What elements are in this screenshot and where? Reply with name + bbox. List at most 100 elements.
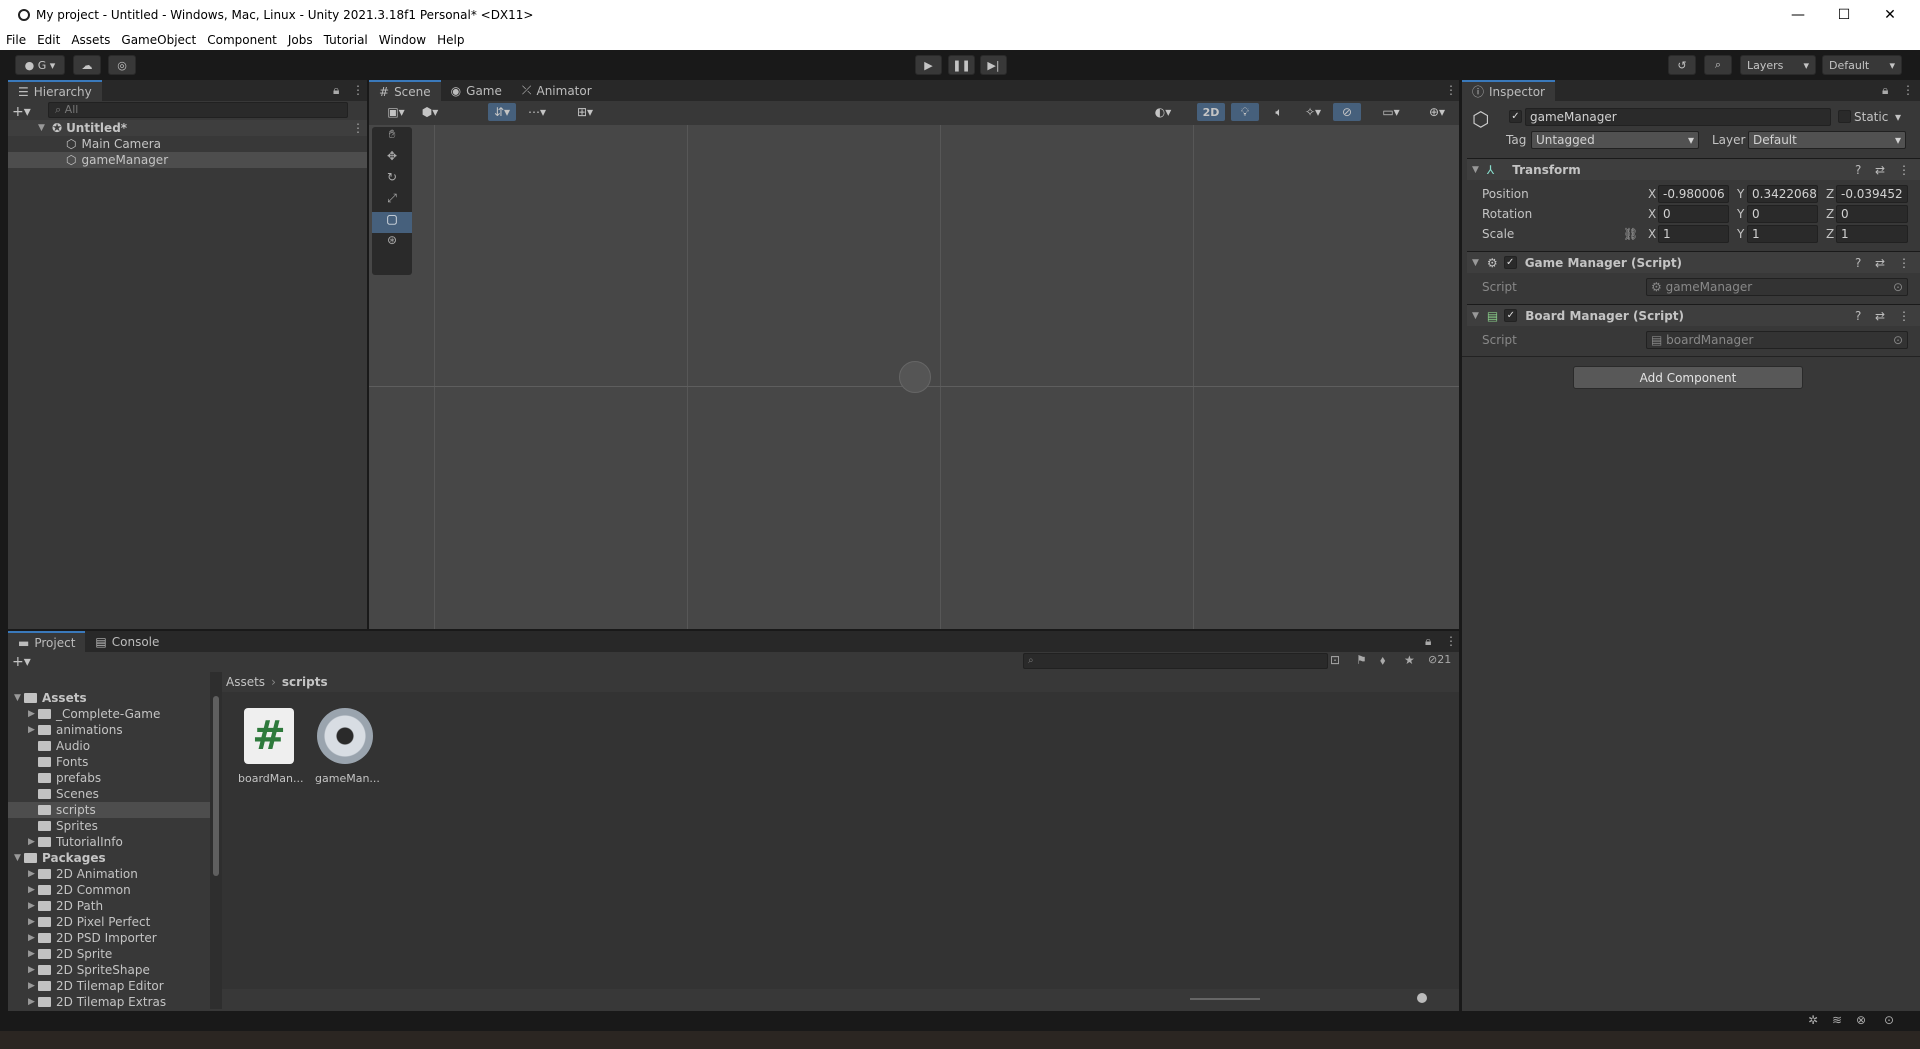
tree-item[interactable]: ▶ 2D Pixel Perfect [8,914,210,930]
expand-icon[interactable]: ▶ [28,933,38,943]
expand-icon[interactable]: ▶ [28,997,38,1007]
collapse-icon[interactable]: ▼ [1472,311,1479,321]
scene-options-icon[interactable]: ⋮ [352,121,364,135]
active-checkbox[interactable]: ✓ [1509,110,1522,123]
search-by-label-icon[interactable]: ⚑ [1356,653,1367,667]
component-menu-icon[interactable]: ⋮ [1898,309,1910,323]
tree-item[interactable]: ▶ 2D Tilemap Editor [8,978,210,994]
step-button[interactable]: ▶| [980,55,1007,75]
tree-item[interactable]: ▶ TutorialInfo [8,834,210,850]
tab-scene[interactable]: # Scene [369,80,441,101]
search-by-type-icon[interactable]: ⊡ [1330,653,1340,667]
breadcrumb-assets[interactable]: Assets [226,675,265,689]
more-options-icon[interactable]: ⋮ [1445,634,1457,648]
object-name-input[interactable]: gameManager [1525,108,1831,126]
tab-animator[interactable]: ⤫ Animator [512,80,602,101]
debug-icon[interactable]: ✲ [1808,1013,1818,1027]
tree-scrollbar-thumb[interactable] [213,696,219,876]
camera-icon[interactable]: ▭▾ [1377,103,1405,121]
mode-2d-button[interactable]: 2D [1197,103,1225,121]
menu-jobs[interactable]: Jobs [288,33,313,47]
more-options-icon[interactable]: ⋮ [1445,83,1457,97]
expand-icon[interactable]: ▶ [28,965,38,975]
expand-icon[interactable]: ▶ [28,981,38,991]
expand-icon[interactable]: ▶ [28,869,38,879]
tree-item[interactable]: ▶ 2D SpriteShape [8,962,210,978]
pause-button[interactable]: ❚❚ [948,55,975,75]
preset-icon[interactable]: ⇄ [1875,309,1885,323]
orientation-icon[interactable]: ◐▾ [1149,103,1177,121]
scale-y-field[interactable]: 1 [1747,225,1818,243]
add-component-button[interactable]: Add Component [1573,366,1803,389]
collapse-icon[interactable]: ▼ [1472,258,1479,268]
rotation-z-field[interactable]: 0 [1836,205,1908,223]
history-icon[interactable]: ↺ [1668,55,1696,75]
game-manager-script-field[interactable]: ⚙ gameManager ⊙ [1646,278,1908,296]
expand-icon[interactable]: ▼ [38,123,48,133]
csharp-script-icon[interactable]: # [244,708,294,764]
favorite-icon[interactable]: ★ [1404,653,1415,667]
collapse-icon[interactable]: ▼ [1472,165,1479,175]
audio-icon[interactable]: 🔈︎ [1265,103,1293,121]
close-button[interactable]: ✕ [1867,0,1913,29]
gizmos-icon[interactable]: ⊕▾ [1423,103,1451,121]
grid-snap-icon[interactable]: ⋯▾ [523,103,551,121]
gear-icon[interactable] [317,708,373,764]
expand-icon[interactable]: ▶ [28,837,38,847]
menu-gameobject[interactable]: GameObject [121,33,196,47]
tree-scrollbar[interactable] [210,672,222,1009]
tree-item[interactable]: ▶ 2D Tilemap Extras [8,994,210,1009]
zoom-slider-handle[interactable] [1417,993,1427,1003]
rotation-x-field[interactable]: 0 [1658,205,1729,223]
cloud-icon[interactable]: ☁ [73,55,101,75]
preset-icon[interactable]: ⇄ [1875,163,1885,177]
tab-project[interactable]: ▬ Project [8,631,86,652]
expand-icon[interactable]: ▼ [14,693,24,703]
play-button[interactable]: ▶ [915,55,942,75]
menu-component[interactable]: Component [207,33,277,47]
zoom-slider[interactable] [1190,998,1260,1000]
static-checkbox[interactable] [1838,110,1851,123]
menu-file[interactable]: File [6,33,26,47]
tag-dropdown[interactable]: Untagged ▾ [1531,131,1699,149]
hierarchy-item-gamemanager[interactable]: ⬡ gameManager [8,152,367,168]
tree-item[interactable]: ▶ _Complete-Game [8,706,210,722]
snap-icon[interactable]: ⇵▾ [488,103,516,121]
more-options-icon[interactable]: ⋮ [1902,83,1914,97]
tab-console[interactable]: ▤ Console [85,631,169,652]
visibility-icon[interactable]: ⊘ [1333,103,1361,121]
board-manager-script-field[interactable]: ▤ boardManager ⊙ [1646,331,1908,349]
lock-icon[interactable]: 🔒︎ [1425,634,1431,649]
lighting-icon[interactable]: 💡︎ [1231,103,1259,121]
asset-label[interactable]: gameMan... [315,772,380,785]
tree-item[interactable]: ▶ animations [8,722,210,738]
tree-item[interactable]: Sprites [8,818,210,834]
draw-mode-icon[interactable]: ▣▾ [382,103,410,121]
tree-item[interactable]: scripts [8,802,210,818]
asset-label[interactable]: boardMan... [238,772,303,785]
tab-hierarchy[interactable]: ☰ Hierarchy [8,80,102,101]
layers-stack-icon[interactable]: ≋ [1832,1013,1842,1027]
help-icon[interactable]: ? [1855,256,1861,270]
position-x-field[interactable]: -0.980006 [1658,185,1729,203]
tab-inspector[interactable]: ⓘ Inspector [1462,80,1555,101]
component-menu-icon[interactable]: ⋮ [1898,163,1910,177]
effects-icon[interactable]: ✧▾ [1299,103,1327,121]
layers-dropdown[interactable]: Layers ▾ [1740,55,1816,75]
tree-item[interactable]: ▶ 2D Sprite [8,946,210,962]
rotate-tool-icon[interactable]: ↻ [372,170,412,191]
account-button[interactable]: ● G ▾ [15,55,65,75]
scene-row[interactable]: ▼ ✪ Untitled* ⋮ [8,120,367,136]
expand-icon[interactable]: ▶ [28,709,38,719]
component-menu-icon[interactable]: ⋮ [1898,256,1910,270]
help-icon[interactable]: ? [1855,309,1861,323]
rect-tool-icon[interactable]: ▢ [372,212,412,233]
lock-icon[interactable]: 🔒︎ [1882,83,1888,98]
transform-tool-icon[interactable]: ⊛ [372,233,412,254]
position-y-field[interactable]: 0.3422068 [1747,185,1818,203]
gameobject-gizmo[interactable] [899,361,931,393]
constrain-proportions-icon[interactable]: ⛓︎ [1623,227,1638,241]
hand-tool-icon[interactable]: ✋︎ [372,127,412,149]
tree-item[interactable]: Scenes [8,786,210,802]
render-mode-icon[interactable]: ⬢▾ [416,103,444,121]
